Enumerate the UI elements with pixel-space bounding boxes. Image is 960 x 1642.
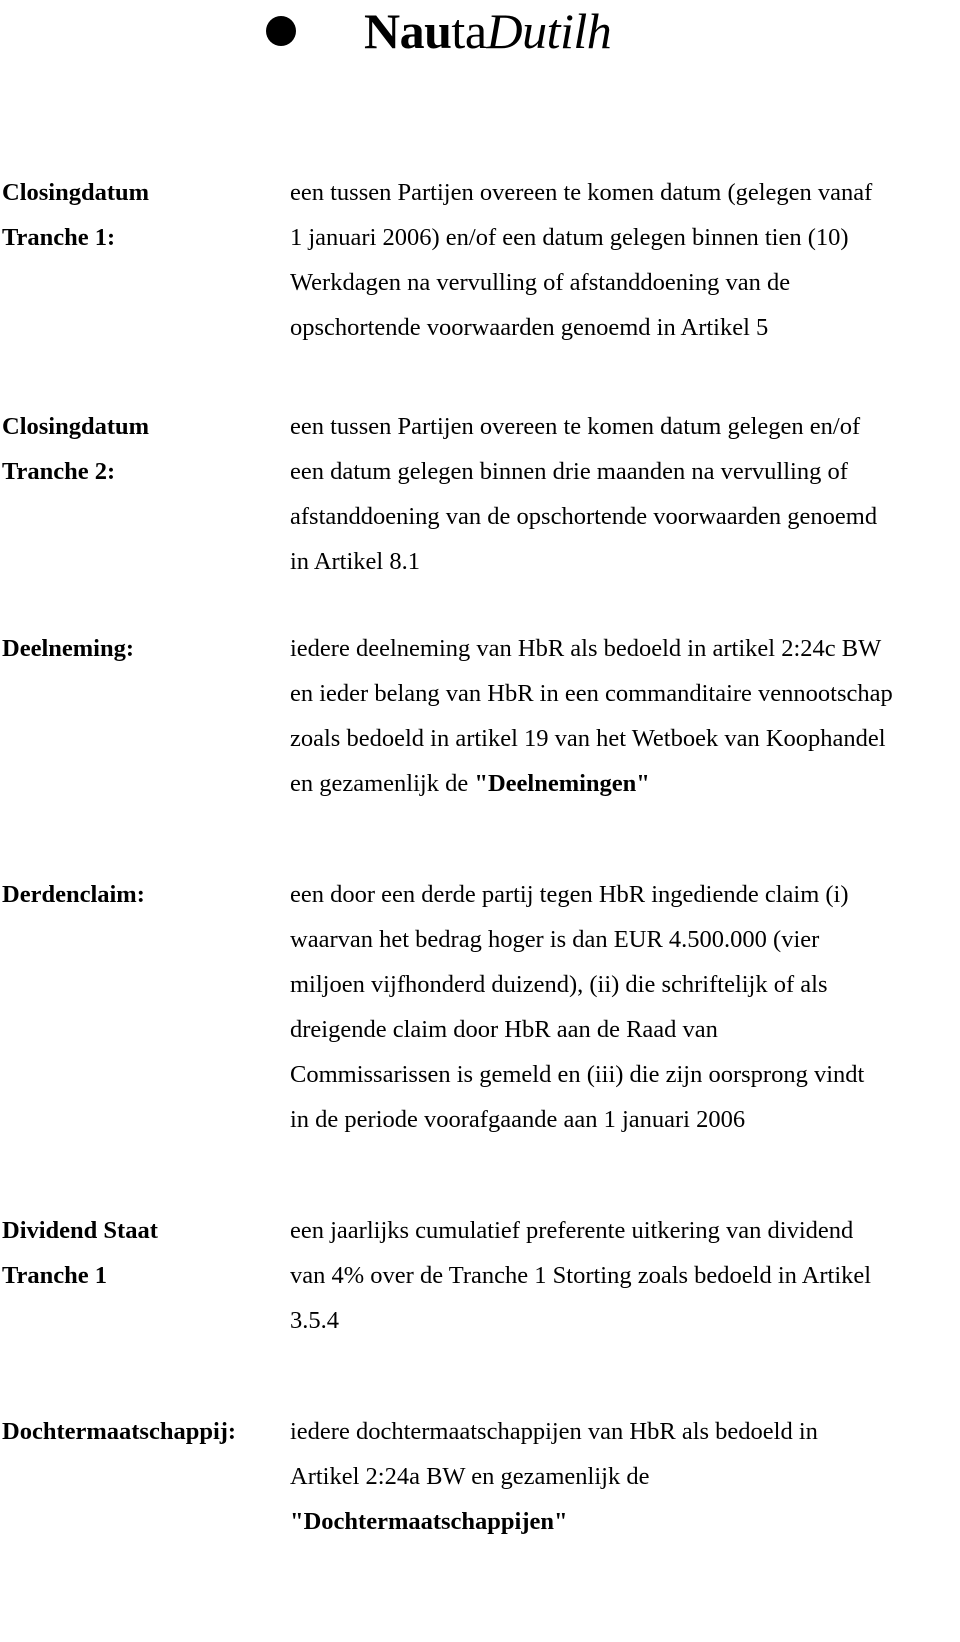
definition-body: iedere dochtermaatschappijen van HbR als… xyxy=(290,1409,960,1544)
definition-term: Dochtermaatschappij: xyxy=(0,1409,290,1454)
definition-list: Closingdatum Tranche 1: een tussen Parti… xyxy=(0,170,960,1544)
definition-body: een tussen Partijen overeen te komen dat… xyxy=(290,170,960,350)
definition-body: iedere deelneming van HbR als bedoeld in… xyxy=(290,626,960,806)
definition-body-line: waarvan het bedrag hoger is dan EUR 4.50… xyxy=(290,926,820,953)
definition-body-line: een door een derde partij tegen HbR inge… xyxy=(290,881,849,908)
definition-body: een jaarlijks cumulatief preferente uitk… xyxy=(290,1208,960,1343)
definition-body-line: in Artikel 8.1 xyxy=(290,548,420,575)
definition-term-line: Dividend Staat xyxy=(2,1217,158,1244)
logo-part-italic: Dutilh xyxy=(486,3,612,59)
definition-body-line: een datum gelegen binnen drie maanden na… xyxy=(290,458,848,485)
definition-term: Deelneming: xyxy=(0,626,290,671)
definition-term: Derdenclaim: xyxy=(0,872,290,917)
definition-body-line: Werkdagen na vervulling of afstanddoenin… xyxy=(290,269,791,296)
definition-body-line: en ieder belang van HbR in een commandit… xyxy=(290,680,893,707)
definition-body-line: iedere deelneming van HbR als bedoeld in… xyxy=(290,635,882,662)
definition-body-line: opschortende voorwaarden genoemd in Arti… xyxy=(290,314,769,341)
definition-body-line-prefix: en gezamenlijk de xyxy=(290,770,475,797)
definition-body-line: 1 januari 2006) en/of een datum gelegen … xyxy=(290,224,849,251)
definition-entry-derdenclaim: Derdenclaim: een door een derde partij t… xyxy=(0,872,960,1142)
logo-part-regular: ta xyxy=(451,3,487,59)
definition-body-line: 3.5.4 xyxy=(290,1307,339,1334)
nautadutilh-logo: NautaDutilh xyxy=(266,3,612,59)
definition-body-line: dreigende claim door HbR aan de Raad van xyxy=(290,1016,718,1043)
defined-term-deelnemingen: "Deelnemingen" xyxy=(474,770,650,797)
definition-entry-closingdatum-tranche-1: Closingdatum Tranche 1: een tussen Parti… xyxy=(0,170,960,350)
logo-part-bold: Nau xyxy=(364,3,452,59)
definition-body: een tussen Partijen overeen te komen dat… xyxy=(290,404,960,584)
definition-body-line: een tussen Partijen overeen te komen dat… xyxy=(290,413,861,440)
definition-body-line: van 4% over de Tranche 1 Storting zoals … xyxy=(290,1262,872,1289)
definition-entry-dochtermaatschappij: Dochtermaatschappij: iedere dochtermaats… xyxy=(0,1409,960,1544)
definition-body-line: een jaarlijks cumulatief preferente uitk… xyxy=(290,1217,854,1244)
filled-circle-bullet-icon xyxy=(266,16,296,46)
definition-body-line: zoals bedoeld in artikel 19 van het Wetb… xyxy=(290,725,886,752)
definition-term: Dividend Staat Tranche 1 xyxy=(0,1208,290,1298)
definition-term-line: Closingdatum xyxy=(2,413,150,440)
definition-body-line: afstanddoening van de opschortende voorw… xyxy=(290,503,878,530)
definition-body-line: Artikel 2:24a BW en gezamenlijk de xyxy=(290,1463,650,1490)
document-page: NautaDutilh Closingdatum Tranche 1: een … xyxy=(0,0,960,1642)
definition-body-line: miljoen vijfhonderd duizend), (ii) die s… xyxy=(290,971,828,998)
definition-entry-closingdatum-tranche-2: Closingdatum Tranche 2: een tussen Parti… xyxy=(0,404,960,584)
definition-entry-dividend-staat-tranche-1: Dividend Staat Tranche 1 een jaarlijks c… xyxy=(0,1208,960,1343)
definition-term-line: Tranche 1: xyxy=(2,224,116,251)
definition-body-line: Commissarissen is gemeld en (iii) die zi… xyxy=(290,1061,865,1088)
definition-body: een door een derde partij tegen HbR inge… xyxy=(290,872,960,1142)
definition-term-line: Tranche 1 xyxy=(2,1262,108,1289)
letterhead: NautaDutilh xyxy=(0,0,960,170)
definition-entry-deelneming: Deelneming: iedere deelneming van HbR al… xyxy=(0,626,960,806)
definition-body-line: een tussen Partijen overeen te komen dat… xyxy=(290,179,873,206)
definition-body-line-defined-term: "Dochtermaatschappijen" xyxy=(290,1499,946,1544)
definition-body-line: in de periode voorafgaande aan 1 januari… xyxy=(290,1106,746,1133)
definition-term-line: Closingdatum xyxy=(2,179,150,206)
defined-term-dochtermaatschappijen: "Dochtermaatschappijen" xyxy=(290,1508,568,1535)
definition-term: Closingdatum Tranche 2: xyxy=(0,404,290,494)
definition-term-line: Dochtermaatschappij: xyxy=(2,1418,237,1445)
definition-term-line: Derdenclaim: xyxy=(2,881,145,908)
definition-body-line: iedere dochtermaatschappijen van HbR als… xyxy=(290,1418,818,1445)
definition-body-line-defined-term: en gezamenlijk de "Deelnemingen" xyxy=(290,761,946,806)
logo-wordmark: NautaDutilh xyxy=(364,3,612,59)
definition-term: Closingdatum Tranche 1: xyxy=(0,170,290,260)
definition-term-line: Tranche 2: xyxy=(2,458,116,485)
definition-term-line: Deelneming: xyxy=(2,635,134,662)
